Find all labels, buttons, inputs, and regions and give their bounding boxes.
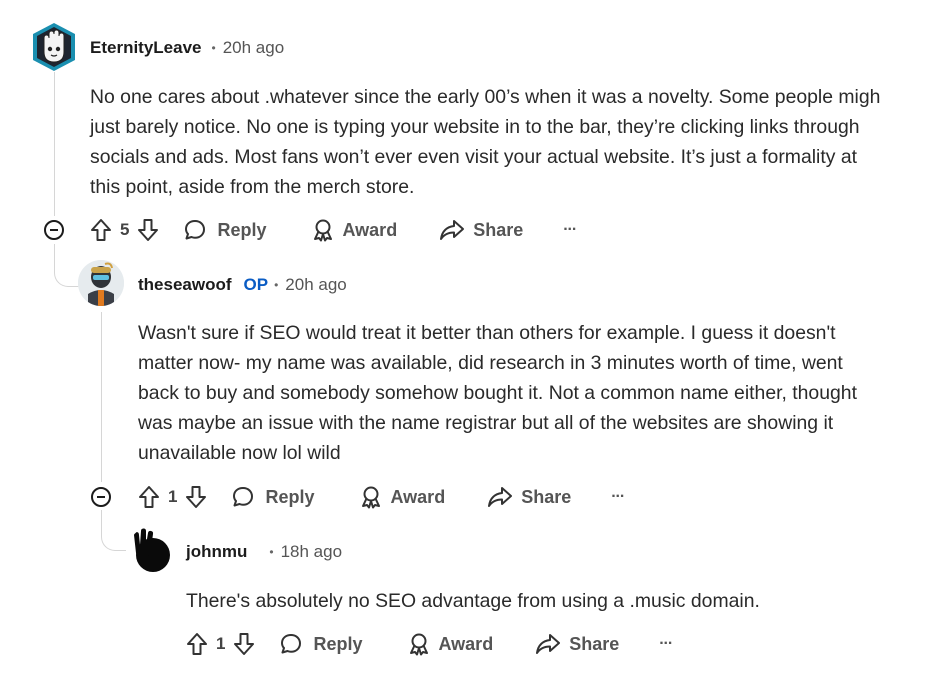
award-icon — [313, 219, 332, 242]
avatar[interactable] — [30, 22, 78, 72]
comment-line: was maybe an issue with the name registr… — [138, 412, 834, 434]
thread-line — [101, 312, 102, 482]
comment-line: No one cares about .whatever since the e… — [90, 86, 881, 108]
username[interactable]: EternityLeave — [90, 38, 202, 58]
avatar[interactable] — [78, 260, 124, 306]
upvote-icon — [187, 633, 207, 655]
reply-button[interactable]: Reply — [231, 485, 315, 509]
reply-button[interactable]: Reply — [279, 632, 363, 656]
comment-body: No one cares about .whatever since the e… — [90, 82, 880, 202]
separator-dot: • — [211, 41, 216, 55]
comment-line: Wasn't sure if SEO would treat it better… — [138, 322, 836, 344]
comment-body: Wasn't sure if SEO would treat it better… — [138, 318, 857, 468]
comment-actions: 1 Reply Award Share ··· — [138, 481, 625, 513]
comment-line: unavailable now lol wild — [138, 442, 341, 464]
upvote-icon — [139, 486, 159, 508]
comment-header: EternityLeave • 20h ago — [90, 34, 284, 62]
avatar[interactable] — [128, 527, 174, 573]
award-button[interactable]: Award — [407, 632, 494, 656]
award-label: Award — [342, 219, 398, 240]
username[interactable]: johnmu — [186, 542, 247, 562]
share-label: Share — [521, 486, 572, 507]
comment-bubble-icon — [281, 634, 302, 654]
downvote-button[interactable] — [137, 218, 159, 242]
comment-body: There's absolutely no SEO advantage from… — [186, 586, 760, 616]
comment-actions: 1 Reply Award Share ··· — [186, 628, 673, 660]
share-label: Share — [473, 219, 524, 240]
timestamp[interactable]: 20h ago — [285, 275, 346, 295]
award-label: Award — [438, 633, 494, 654]
comment-bubble-icon — [233, 487, 254, 507]
collapse-thread-button[interactable] — [91, 487, 111, 507]
more-options-button[interactable]: ··· — [563, 221, 577, 239]
comment-actions: 5 Reply Award Share ··· — [90, 214, 577, 246]
separator-dot: • — [274, 278, 279, 292]
share-icon — [488, 487, 513, 507]
more-options-button[interactable]: ··· — [659, 635, 673, 653]
award-label: Award — [390, 486, 446, 507]
downvote-icon — [234, 633, 255, 655]
reply-label: Reply — [217, 219, 267, 240]
reply-label: Reply — [313, 633, 363, 654]
share-label: Share — [569, 633, 620, 654]
thread-connector — [101, 524, 126, 551]
reply-button[interactable]: Reply — [183, 218, 267, 242]
downvote-button[interactable] — [233, 632, 255, 656]
timestamp[interactable]: 18h ago — [281, 542, 342, 562]
vote-count: 5 — [120, 220, 130, 239]
thread-connector — [54, 260, 79, 287]
vote-count: 1 — [168, 487, 178, 506]
vote-count: 1 — [216, 634, 226, 653]
downvote-icon — [138, 219, 159, 241]
comment-line: matter now- my name was available, did r… — [138, 352, 843, 374]
upvote-button[interactable] — [90, 218, 112, 242]
thread-line — [101, 510, 102, 524]
award-button[interactable]: Award — [359, 485, 446, 509]
share-icon — [440, 220, 465, 240]
timestamp[interactable]: 20h ago — [223, 38, 284, 58]
downvote-icon — [186, 486, 207, 508]
comment-line: back to buy and somebody somehow bought … — [138, 382, 857, 404]
upvote-icon — [91, 219, 111, 241]
upvote-button[interactable] — [186, 632, 208, 656]
upvote-button[interactable] — [138, 485, 160, 509]
reply-label: Reply — [265, 486, 315, 507]
comment-header: johnmu • 18h ago — [186, 538, 342, 566]
separator-dot: • — [269, 545, 274, 559]
more-options-button[interactable]: ··· — [611, 488, 625, 506]
collapse-thread-button[interactable] — [44, 220, 64, 240]
comment-line: this point, aside from the merch store. — [90, 176, 415, 198]
downvote-button[interactable] — [185, 485, 207, 509]
comment-bubble-icon — [185, 220, 206, 240]
comment-line: socials and ads. Most fans won’t ever ev… — [90, 146, 857, 168]
thread-line — [54, 72, 55, 216]
comment-line: There's absolutely no SEO advantage from… — [186, 590, 760, 612]
comment-header: theseawoof OP • 20h ago — [138, 271, 347, 299]
share-icon — [536, 634, 561, 654]
username[interactable]: theseawoof — [138, 275, 232, 295]
thread-line — [54, 244, 55, 260]
share-button[interactable]: Share — [535, 632, 619, 656]
op-badge: OP — [243, 275, 269, 294]
share-button[interactable]: Share — [439, 218, 523, 242]
award-icon — [409, 633, 428, 656]
comment-line: just barely notice. No one is typing you… — [90, 116, 860, 138]
award-icon — [361, 486, 380, 509]
share-button[interactable]: Share — [487, 485, 571, 509]
award-button[interactable]: Award — [311, 218, 398, 242]
